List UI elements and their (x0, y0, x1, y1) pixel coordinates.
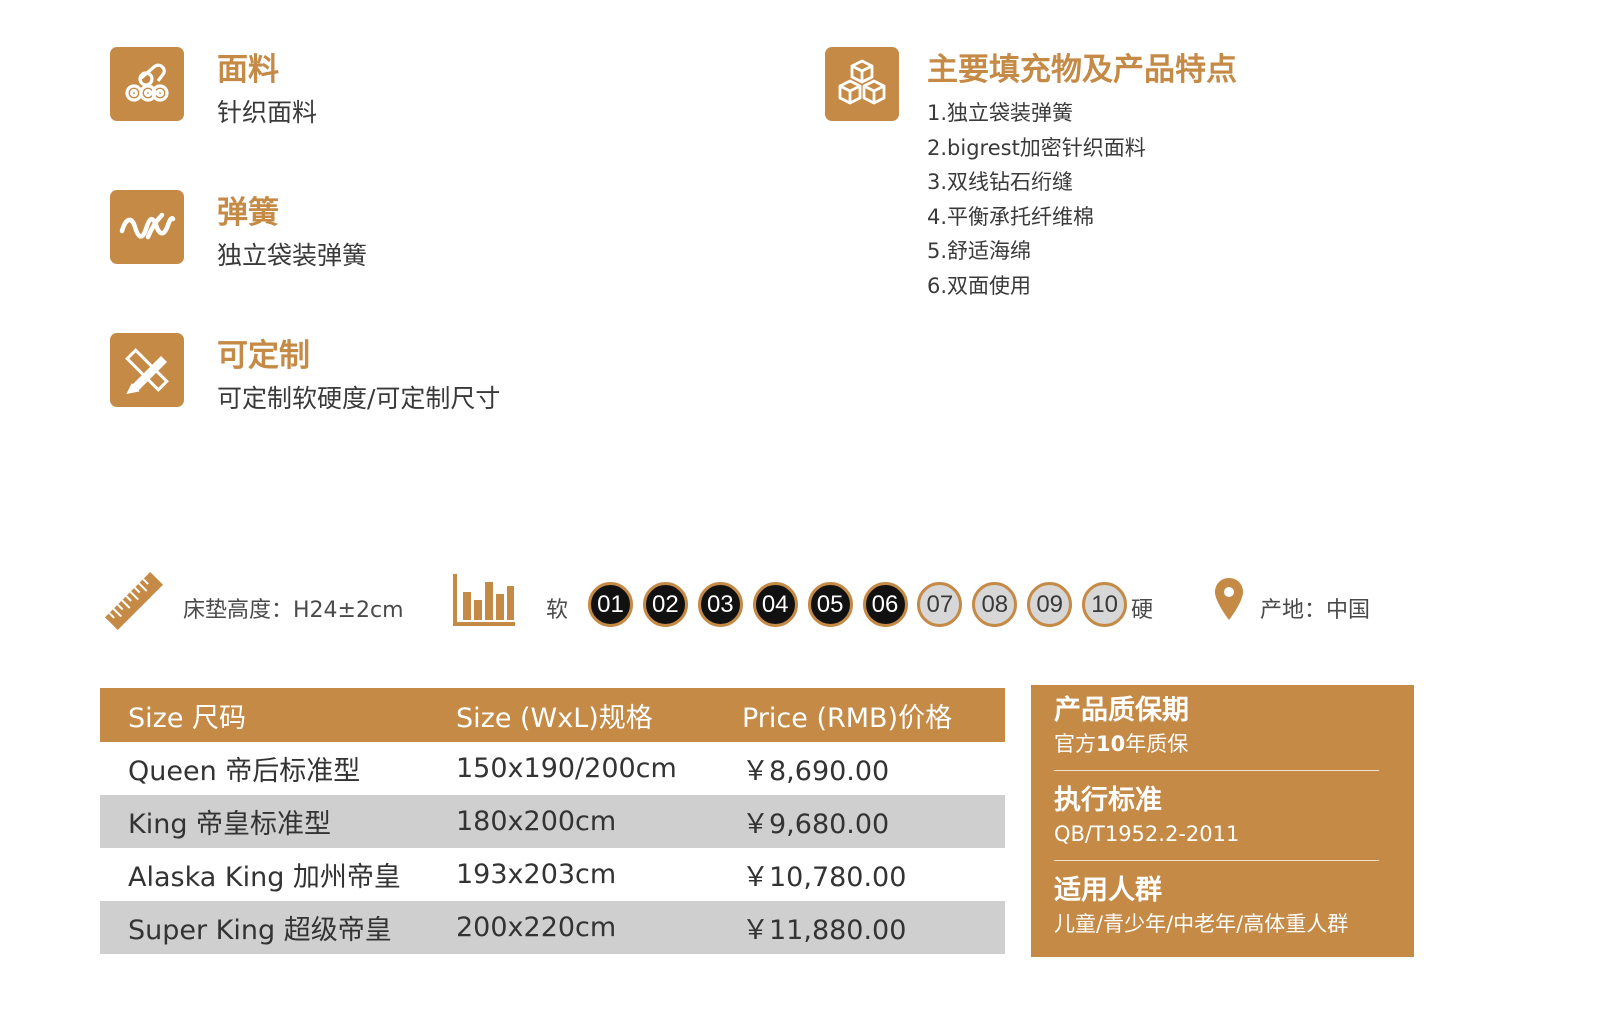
table-cell-dimensions: 193x203cm (456, 859, 617, 890)
firmness-level-07: 07 (917, 582, 963, 627)
feature-desc-custom: 可定制软硬度/可定制尺寸 (217, 384, 501, 413)
audience-title: 适用人群 (1054, 875, 1162, 906)
table-cell-dimensions: 150x190/200cm (456, 753, 677, 784)
list-item: 4.平衡承托纤维棉 (927, 204, 1095, 229)
standard-title: 执行标准 (1054, 785, 1162, 816)
firmness-level-03: 03 (697, 582, 743, 627)
firmness-level-09: 09 (1027, 582, 1073, 627)
fabric-rolls-icon (125, 63, 169, 102)
table-cell-dimensions: 200x220cm (456, 912, 617, 943)
hard-label: 硬 (1131, 598, 1154, 623)
firmness-level-08: 08 (972, 582, 1018, 627)
table-cell-size: Queen 帝后标准型 (128, 756, 361, 787)
feature-desc-spring: 独立袋装弹簧 (217, 241, 368, 270)
firmness-level-04: 04 (752, 582, 798, 627)
table-row: Queen 帝后标准型 150x190/200cm ￥8,690.00 (100, 742, 1005, 795)
warranty-years: 10 (1096, 732, 1126, 756)
table-cell-price: ￥10,780.00 (742, 862, 907, 893)
spring-wave-icon (119, 212, 176, 240)
firmness-level-10: 10 (1082, 582, 1128, 627)
location-pin-icon (1215, 578, 1243, 620)
list-item: 6.双面使用 (927, 273, 1032, 298)
divider (1054, 770, 1379, 771)
table-row: King 帝皇标准型 180x200cm ￥9,680.00 (100, 795, 1005, 848)
list-item: 5.舒适海绵 (927, 239, 1032, 263)
table-header-size: Size 尺码 (128, 702, 247, 734)
feature-title-custom: 可定制 (217, 338, 310, 374)
origin: 产地：中国 (1260, 598, 1371, 623)
table-cell-size: Super King 超级帝皇 (128, 915, 392, 946)
warranty-prefix: 官方 (1054, 732, 1096, 756)
firmness-level-05: 05 (807, 582, 853, 627)
size-price-table: Size 尺码 Size (WxL)规格 Price (RMB)价格 Queen… (100, 688, 1005, 954)
firmness-level-06: 06 (862, 582, 908, 627)
list-item: 3.双线钻石绗缝 (927, 170, 1074, 194)
table-cell-size: King 帝皇标准型 (128, 809, 332, 840)
audience-value: 儿童/青少年/中老年/高体重人群 (1054, 912, 1349, 936)
spring-icon-box (110, 190, 184, 264)
table-header-price: Price (RMB)价格 (742, 702, 953, 734)
pencil-ruler-icon (125, 348, 169, 395)
fabric-icon-box (110, 47, 184, 121)
table-cell-price: ￥9,680.00 (742, 809, 890, 840)
soft-label: 软 (546, 598, 569, 623)
warranty-suffix: 年质保 (1125, 732, 1189, 756)
custom-icon-box (110, 333, 184, 407)
table-cell-price: ￥8,690.00 (742, 756, 890, 787)
fillings-list: 1.独立袋装弹簧 2.bigrest加密针织面料 3.双线钻石绗缝 4.平衡承托… (927, 96, 1146, 303)
table-row: Alaska King 加州帝皇 193x203cm ￥10,780.00 (100, 848, 1005, 901)
feature-title-fabric: 面料 (217, 52, 279, 88)
table-header-row: Size 尺码 Size (WxL)规格 Price (RMB)价格 (100, 688, 1005, 742)
standard-value: QB/T1952.2-2011 (1054, 822, 1240, 846)
fillings-icon-box (825, 47, 899, 121)
table-header-dimensions: Size (WxL)规格 (456, 702, 653, 734)
feature-title-spring: 弹簧 (217, 195, 279, 231)
warranty-title: 产品质保期 (1054, 695, 1189, 726)
table-cell-dimensions: 180x200cm (456, 806, 617, 837)
list-item: 2.bigrest加密针织面料 (927, 135, 1146, 160)
firmness-level-02: 02 (642, 582, 688, 627)
warranty-value: 官方10年质保 (1054, 729, 1392, 759)
mattress-height: 床垫高度：H24±2cm (183, 598, 404, 623)
list-item: 1.独立袋装弹簧 (927, 101, 1074, 125)
fillings-title: 主要填充物及产品特点 (927, 52, 1237, 88)
product-info-box: 产品质保期 官方10年质保 执行标准 QB/T1952.2-2011 适用人群 … (1031, 685, 1414, 957)
bar-chart-icon (453, 574, 515, 626)
firmness-level-01: 01 (588, 582, 633, 627)
ruler-icon (105, 572, 163, 630)
feature-desc-fabric: 针织面料 (217, 98, 318, 127)
divider (1054, 860, 1379, 861)
table-cell-price: ￥11,880.00 (742, 915, 907, 946)
cubes-icon (838, 59, 886, 105)
table-cell-size: Alaska King 加州帝皇 (128, 862, 401, 893)
table-row: Super King 超级帝皇 200x220cm ￥11,880.00 (100, 901, 1005, 954)
